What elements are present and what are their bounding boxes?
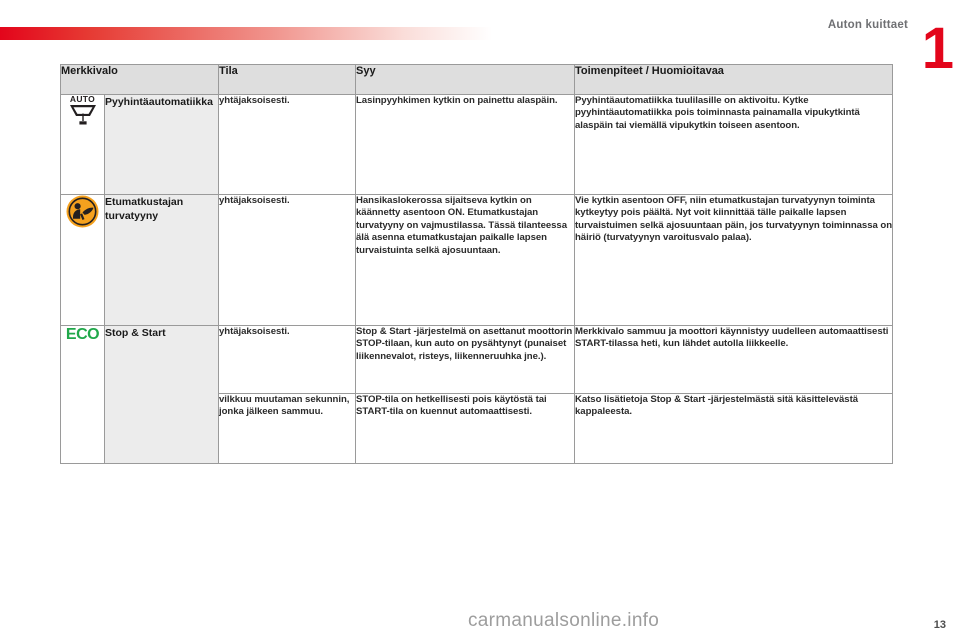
indicator-actions: Vie kytkin asentoon OFF, niin etumatkust… — [574, 194, 893, 326]
table-row: ECO Stop & Start yhtäjaksoisesti. Stop &… — [60, 325, 893, 464]
watermark: carmanualsonline.info — [468, 610, 660, 631]
indicator-name: Etumatkustajan turvatyyny — [104, 194, 219, 326]
table-header-row: Merkkivalo Tila Syy Toimenpiteet / Huomi… — [60, 64, 893, 95]
indicator-name: Stop & Start — [104, 325, 219, 464]
indicator-table: Merkkivalo Tila Syy Toimenpiteet / Huomi… — [60, 64, 893, 464]
indicator-state: vilkkuu muutaman sekunnin, jonka jälkeen… — [218, 393, 356, 464]
indicator-cause: Lasinpyyhkimen kytkin on painettu alaspä… — [355, 94, 575, 195]
passenger-airbag-off-icon — [66, 195, 99, 228]
indicator-state: yhtäjaksoisesti. — [218, 94, 356, 195]
indicator-actions: Merkkivalo sammuu ja moottori käynnistyy… — [574, 325, 893, 394]
section-title: Auton kuittaet — [827, 19, 908, 31]
manual-page: Auton kuittaet 1 Merkkivalo Tila Syy Toi… — [0, 0, 960, 640]
auto-wiper-icon-label: AUTO — [69, 94, 96, 104]
table-row: AUTO Pyyhintäautomatiikka yhtäjaksoisest… — [60, 94, 893, 195]
table-row: Etumatkustajan turvatyyny yhtäjaksoisest… — [60, 194, 893, 326]
indicator-state: yhtäjaksoisesti. — [218, 194, 356, 326]
eco-stop-start-icon: ECO — [65, 326, 100, 343]
indicator-cause: Hansikaslokerossa sijaitseva kytkin on k… — [355, 194, 575, 326]
indicator-icon-cell: ECO — [60, 325, 105, 464]
page-number: 13 — [933, 619, 946, 631]
indicator-actions: Katso lisätietoja Stop & Start -järjeste… — [574, 393, 893, 464]
indicator-name: Pyyhintäautomatiikka — [104, 94, 219, 195]
column-header-cause: Syy — [355, 64, 575, 95]
indicator-icon-cell — [60, 194, 105, 326]
indicator-icon-cell: AUTO — [60, 94, 105, 195]
indicator-state: yhtäjaksoisesti. — [218, 325, 356, 394]
indicator-actions: Pyyhintäautomatiikka tuulilasille on akt… — [574, 94, 893, 195]
column-header-indicator: Merkkivalo — [60, 64, 219, 95]
auto-wiper-icon: AUTO — [66, 95, 100, 127]
column-header-state: Tila — [218, 64, 356, 95]
indicator-cause: STOP-tila on hetkellisesti pois käytöstä… — [355, 393, 575, 464]
indicator-cause: Stop & Start -järjestelmä on asettanut m… — [355, 325, 575, 394]
column-header-actions: Toimenpiteet / Huomioitavaa — [574, 64, 893, 95]
header-accent-bar — [0, 27, 492, 40]
chapter-tab: 1 — [908, 20, 960, 82]
chapter-number: 1 — [921, 16, 954, 81]
indicator-table-wrapper: Merkkivalo Tila Syy Toimenpiteet / Huomi… — [60, 64, 893, 464]
